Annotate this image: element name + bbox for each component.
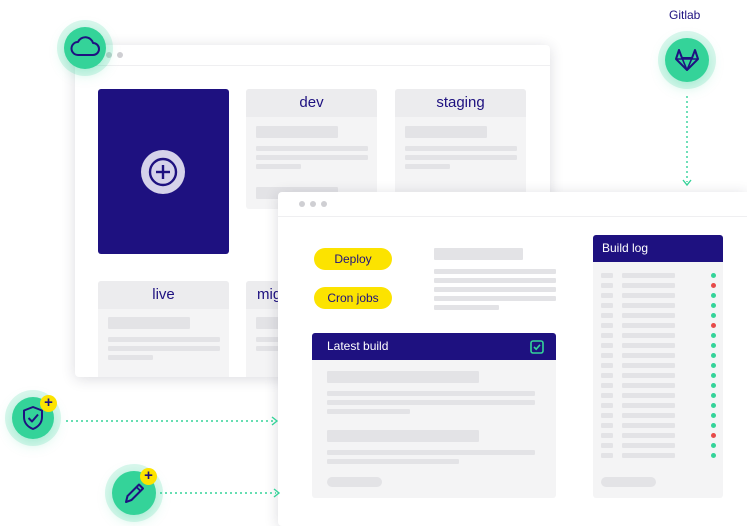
log-status-ok: [711, 373, 716, 378]
environment-card-staging[interactable]: staging: [395, 89, 526, 209]
log-status-ok: [711, 333, 716, 338]
security-connector: [66, 416, 279, 426]
environment-card-live[interactable]: live: [98, 281, 229, 377]
plus-circle-icon: [141, 150, 185, 194]
card-title: live: [98, 281, 229, 309]
gitlab-label: Gitlab: [669, 8, 701, 22]
cron-jobs-button[interactable]: Cron jobs: [314, 287, 392, 309]
log-row: [593, 393, 723, 399]
log-status-ok: [711, 423, 716, 428]
card-title: staging: [395, 89, 526, 117]
log-row: [593, 403, 723, 409]
gitlab-icon: [675, 49, 699, 71]
latest-build-panel: Latest build: [312, 333, 556, 498]
window-controls: [106, 52, 123, 58]
log-status-ok: [711, 453, 716, 458]
log-row: [593, 283, 723, 289]
build-log-rows: [593, 235, 723, 498]
log-status-ok: [711, 383, 716, 388]
cloud-badge: [64, 27, 106, 69]
edit-connector: [160, 488, 281, 498]
log-status-ok: [711, 413, 716, 418]
log-row: [593, 353, 723, 359]
log-status-ok: [711, 393, 716, 398]
checkbox-icon[interactable]: [530, 340, 544, 354]
log-row: [593, 333, 723, 339]
gitlab-connector: [682, 96, 692, 187]
log-status-ok: [711, 353, 716, 358]
log-row: [593, 383, 723, 389]
log-row: [593, 453, 723, 459]
project-window: Deploy Cron jobs Latest build Build log: [278, 192, 747, 526]
log-row: [593, 303, 723, 309]
log-status-ok: [711, 403, 716, 408]
log-status-error: [711, 433, 716, 438]
log-status-ok: [711, 343, 716, 348]
log-row: [593, 413, 723, 419]
log-row: [593, 343, 723, 349]
gitlab-integration: [665, 38, 709, 82]
log-row: [593, 373, 723, 379]
log-row: [593, 313, 723, 319]
log-row: [593, 433, 723, 439]
deploy-button[interactable]: Deploy: [314, 248, 392, 270]
log-status-ok: [711, 273, 716, 278]
latest-build-title: Latest build: [312, 333, 556, 360]
log-row: [593, 293, 723, 299]
environment-card-dev[interactable]: dev: [246, 89, 377, 209]
build-log-panel: Build log: [593, 235, 723, 498]
log-status-ok: [711, 363, 716, 368]
log-row: [593, 423, 723, 429]
log-status-ok: [711, 303, 716, 308]
log-row: [593, 323, 723, 329]
log-status-error: [711, 323, 716, 328]
log-row: [593, 443, 723, 449]
log-row: [593, 273, 723, 279]
log-status-ok: [711, 313, 716, 318]
log-status-ok: [711, 443, 716, 448]
log-status-ok: [711, 293, 716, 298]
window-controls: [299, 201, 327, 207]
plus-icon: +: [140, 468, 157, 485]
cloud-icon: [70, 36, 100, 56]
plus-icon: +: [40, 395, 57, 412]
card-title: dev: [246, 89, 377, 117]
log-status-error: [711, 283, 716, 288]
add-environment-tile[interactable]: [98, 89, 229, 254]
log-row: [593, 363, 723, 369]
